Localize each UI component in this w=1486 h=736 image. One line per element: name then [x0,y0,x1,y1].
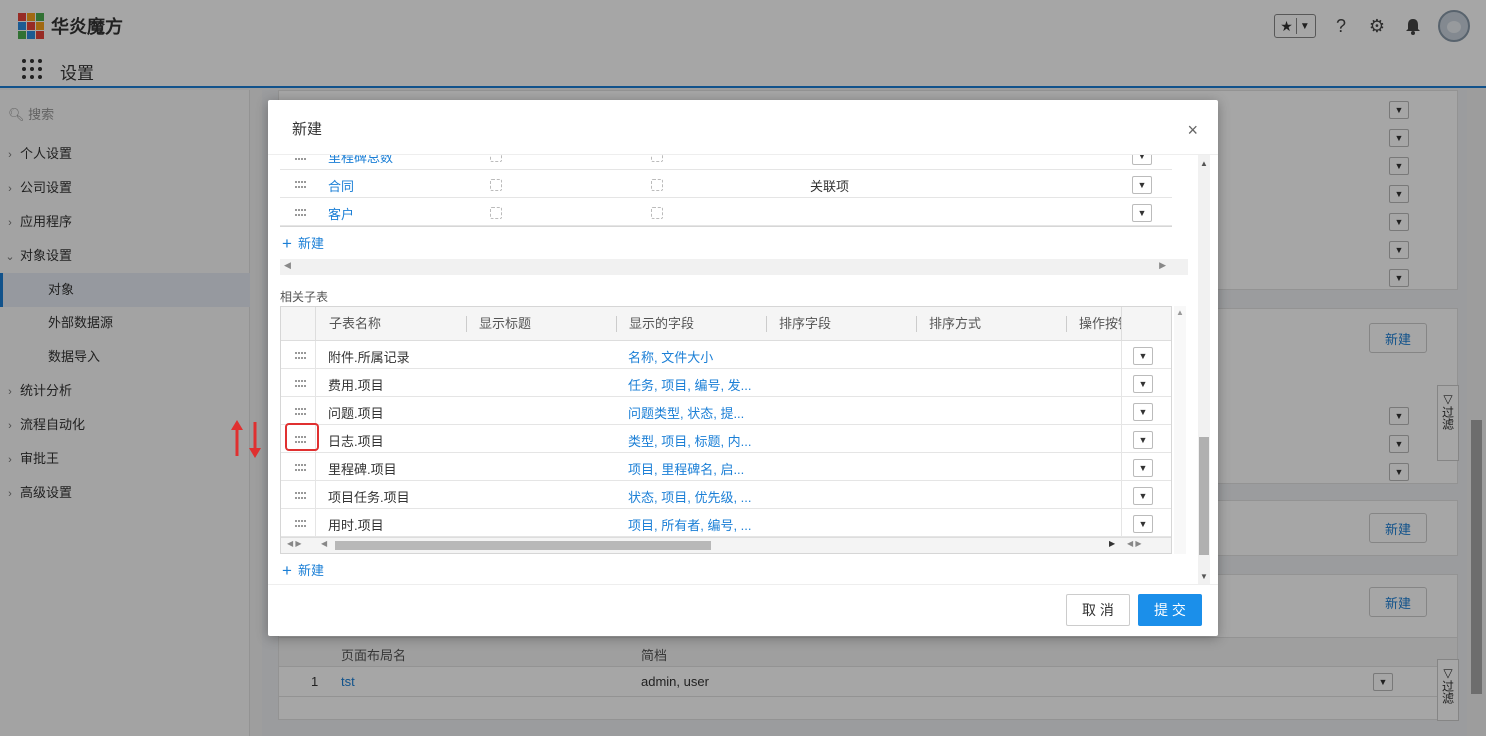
drag-handle-icon[interactable] [295,520,307,528]
drag-handle-icon[interactable] [295,181,307,189]
column-header: 排序方式 [917,307,1067,341]
field-extra: 关联项 [810,179,850,194]
upper-hscrollbar[interactable]: ◀ ▶ [280,259,1188,275]
drag-handle-icon[interactable] [295,155,307,161]
add-field-button[interactable]: + 新建 [282,233,324,254]
subtable-name: 日志.项目 [328,434,384,449]
table-row: 费用.项目 任务, 项目, 编号, 发... ▼ [281,369,1171,397]
subtable-fields-link[interactable]: 名称, 文件大小 [628,347,713,366]
checkbox[interactable] [490,155,502,162]
dialog-title: 新建 [292,121,323,138]
drag-handle-highlight [285,423,319,451]
grid-header: 子表名称 显示标题 显示的字段 排序字段 排序方式 操作按钮 [281,307,1171,341]
table-row: 问题.项目 问题类型, 状态, 提... ▼ [281,397,1171,425]
drag-handle-icon[interactable] [295,492,307,500]
subtable-fields-link[interactable]: 类型, 项目, 标题, 内... [628,431,752,450]
table-row: 日志.项目 类型, 项目, 标题, 内... ▼ [281,425,1171,453]
checkbox[interactable] [651,179,663,191]
drag-handle-icon[interactable] [295,352,307,360]
add-field-label: 新建 [297,236,324,251]
table-row: 里程碑总数 ▼ [280,155,1172,170]
table-row: 附件.所属记录 名称, 文件大小 ▼ [281,341,1171,369]
plus-icon: + [282,234,292,253]
subtable-name: 里程碑.项目 [328,462,397,477]
row-menu-button[interactable]: ▼ [1133,347,1153,365]
plus-icon: + [282,561,292,580]
dialog-scrollbar[interactable]: ▲ ▼ [1198,155,1210,585]
row-menu-button[interactable]: ▼ [1133,459,1153,477]
new-dialog: 新建 × 里程碑总数 ▼ 合同 关联项 ▼ 客户 ▼ + 新建 ◀ ▶ 相关子表… [268,100,1218,636]
cancel-button[interactable]: 取 消 [1066,594,1130,626]
column-header: 子表名称 [317,307,467,341]
subtable-name: 问题.项目 [328,406,384,421]
column-header: 显示的字段 [617,307,767,341]
table-row: 合同 关联项 ▼ [280,170,1172,198]
drag-handle-icon[interactable] [295,408,307,416]
row-menu-button[interactable]: ▼ [1133,403,1153,421]
column-header: 显示标题 [467,307,617,341]
related-lists-grid: 子表名称 显示标题 显示的字段 排序字段 排序方式 操作按钮 附件.所属记录 名… [280,306,1172,554]
subtable-fields-link[interactable]: 问题类型, 状态, 提... [628,403,744,422]
checkbox[interactable] [651,155,663,162]
row-menu-button[interactable]: ▼ [1132,204,1152,222]
table-row: 客户 ▼ [280,198,1172,226]
subtable-name: 附件.所属记录 [328,350,410,365]
checkbox[interactable] [490,179,502,191]
subgrid-vscrollbar[interactable]: ▲ [1174,306,1186,554]
subtable-name: 项目任务.项目 [328,490,410,505]
row-menu-button[interactable]: ▼ [1133,375,1153,393]
subtable-fields-link[interactable]: 项目, 所有者, 编号, ... [628,515,752,534]
table-row: 用时.项目 项目, 所有者, 编号, ... ▼ [281,509,1171,537]
subtable-fields-link[interactable]: 状态, 项目, 优先级, ... [628,487,752,506]
checkbox[interactable] [490,207,502,219]
table-row: 项目任务.项目 状态, 项目, 优先级, ... ▼ [281,481,1171,509]
add-related-label: 新建 [297,563,324,578]
subtable-name: 费用.项目 [328,378,384,393]
field-name-link[interactable]: 里程碑总数 [328,155,393,166]
field-name-link[interactable]: 客户 [328,204,354,223]
submit-button[interactable]: 提 交 [1138,594,1202,626]
column-header: 排序字段 [767,307,917,341]
add-related-button[interactable]: + 新建 [282,560,324,581]
drag-handle-icon[interactable] [295,209,307,217]
table-row: 里程碑.项目 项目, 里程碑名, 启... ▼ [281,453,1171,481]
drag-arrows-icon [231,420,261,458]
dialog-scrollbar-thumb[interactable] [1199,437,1209,555]
row-menu-button[interactable]: ▼ [1133,431,1153,449]
close-icon[interactable]: × [1187,120,1198,141]
subgrid-hscrollbar[interactable]: ◀ ▶ ◀ ▶ ◀ ▶ [281,537,1171,553]
checkbox[interactable] [651,207,663,219]
row-menu-button[interactable]: ▼ [1133,487,1153,505]
row-menu-button[interactable]: ▼ [1133,515,1153,533]
field-name-link[interactable]: 合同 [328,176,354,195]
row-menu-button[interactable]: ▼ [1132,176,1152,194]
subtable-fields-link[interactable]: 项目, 里程碑名, 启... [628,459,744,478]
related-section-label: 相关子表 [280,290,329,304]
subgrid-hscrollbar-thumb[interactable] [335,541,711,550]
drag-handle-icon[interactable] [295,380,307,388]
column-header: 操作按钮 [1079,316,1121,331]
subtable-name: 用时.项目 [328,518,384,533]
row-menu-button[interactable]: ▼ [1132,155,1152,165]
drag-handle-icon[interactable] [295,464,307,472]
fields-grid: 里程碑总数 ▼ 合同 关联项 ▼ 客户 ▼ + 新建 ◀ ▶ [280,155,1202,277]
subtable-fields-link[interactable]: 任务, 项目, 编号, 发... [628,375,752,394]
